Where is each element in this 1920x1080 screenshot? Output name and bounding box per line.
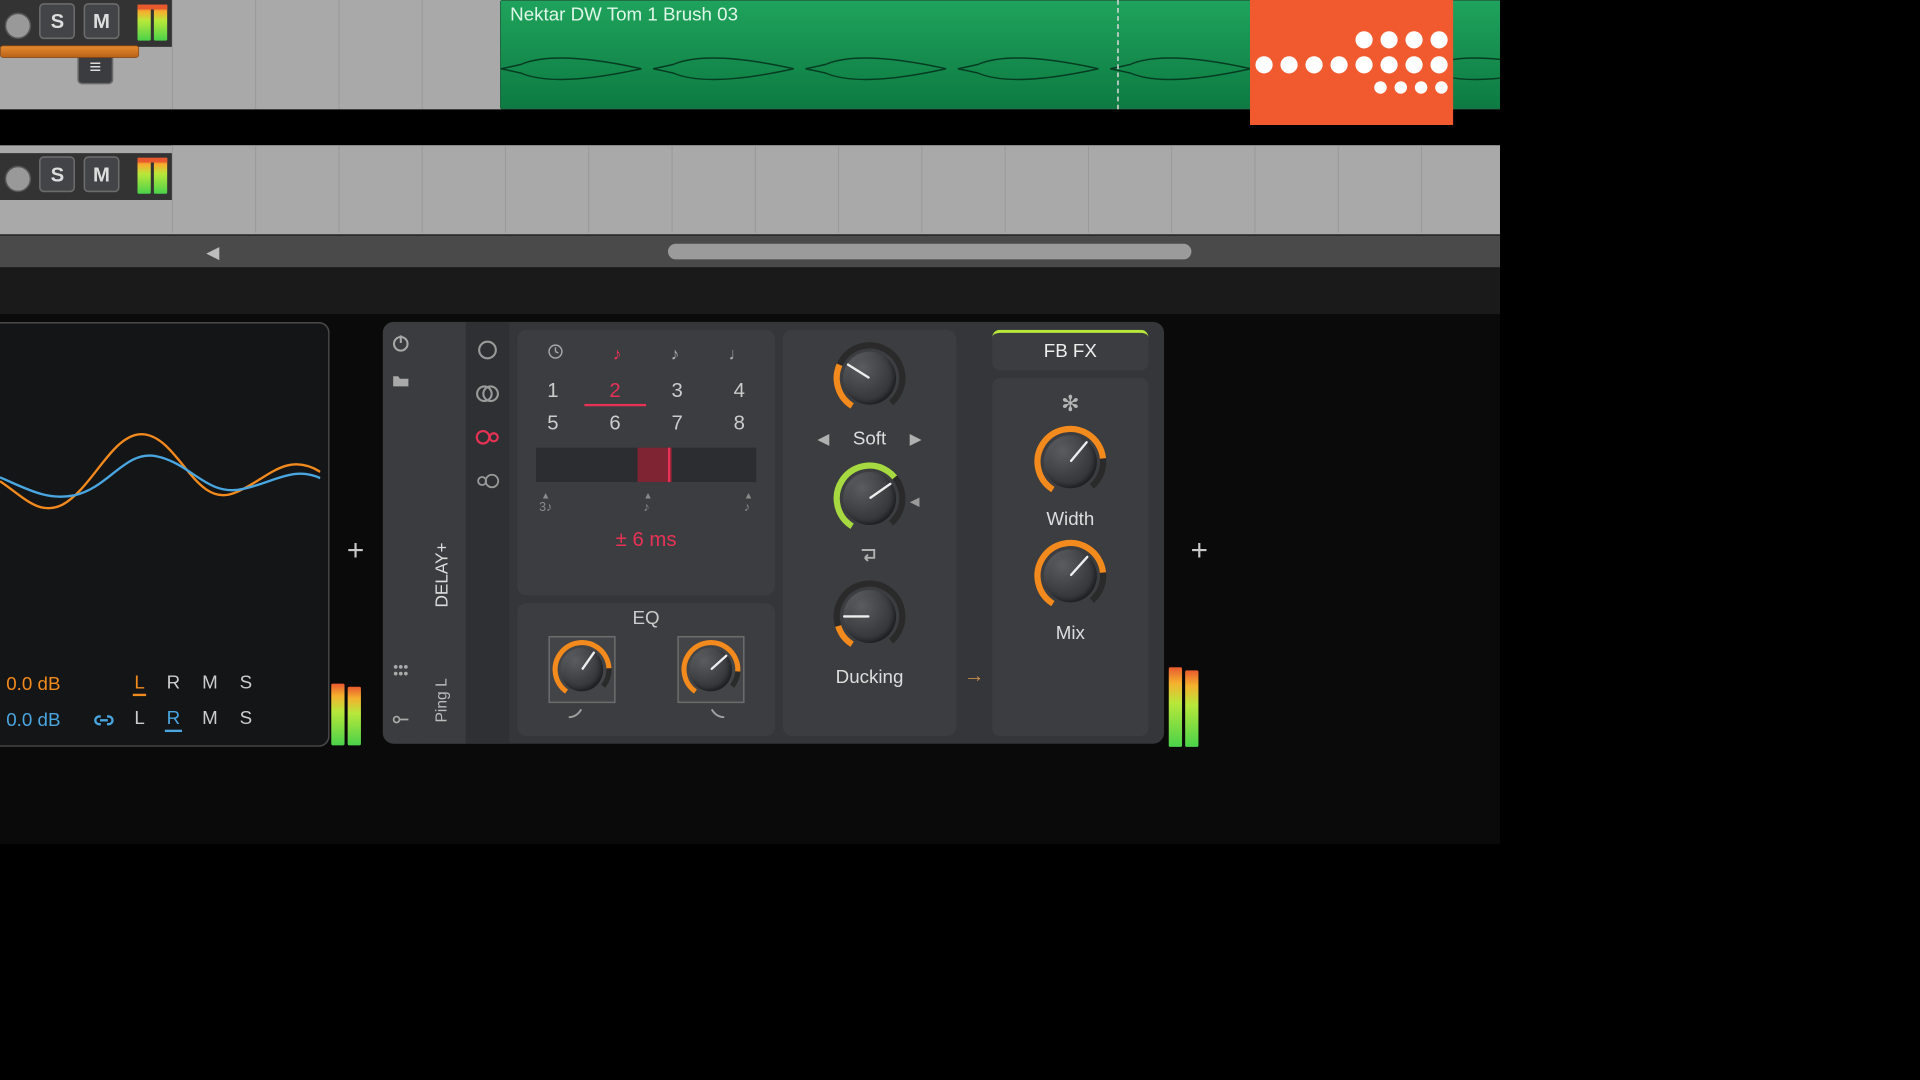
fbfx-header[interactable]: FB FX — [992, 330, 1148, 371]
left-db[interactable]: 0.0 dB — [6, 673, 75, 695]
mute-button[interactable]: M — [84, 3, 120, 39]
width-knob[interactable] — [1031, 423, 1109, 501]
solo-button[interactable]: S — [39, 3, 75, 39]
timeline-scrollbar[interactable]: ◀ — [0, 234, 1500, 270]
add-device-button[interactable]: + — [347, 534, 364, 568]
signal-flow-arrow-icon: → — [964, 663, 984, 687]
track-meter — [138, 158, 168, 194]
character-knob[interactable] — [830, 339, 908, 417]
power-button[interactable] — [391, 333, 411, 353]
track-header-1: S M ≡ — [0, 0, 172, 47]
device-panel: 0.0 dB L R M S 0.0 dB L R M S — [0, 314, 1500, 844]
mix-label: Mix — [1056, 623, 1085, 645]
mute-button[interactable]: M — [84, 156, 120, 192]
chevron-right-icon: ▶ — [910, 429, 922, 449]
right-lrms-selector[interactable]: L R M S — [133, 708, 254, 732]
feedback-loop-icon — [859, 547, 881, 568]
pin-icon[interactable] — [391, 709, 411, 729]
character-label: Soft — [853, 428, 886, 450]
mode-pingpong-lr-icon[interactable] — [475, 425, 500, 450]
note-eighth-icon[interactable]: ♪ — [671, 344, 680, 364]
mix-knob[interactable] — [1031, 537, 1109, 615]
playhead[interactable] — [1117, 0, 1119, 109]
character-stepper[interactable]: ◀ Soft ▶ — [817, 427, 921, 450]
scope-display — [0, 341, 320, 599]
beat-division-grid[interactable]: 12 34 56 78 — [522, 378, 770, 435]
right-db[interactable]: 0.0 dB — [6, 709, 75, 731]
offset-slider[interactable] — [536, 448, 756, 482]
record-arm-button[interactable] — [5, 13, 32, 40]
device-title: DELAY+ — [432, 542, 452, 607]
note-quarter-icon[interactable]: ♩ — [729, 344, 746, 364]
track-lane-2[interactable] — [172, 145, 1500, 233]
chevron-left-icon: ◀ — [817, 429, 829, 449]
clip-name: Nektar DW Tom 1 Brush 03 — [510, 4, 738, 26]
feedback-section: ◀ Soft ▶ ◀ Ducking — [783, 330, 956, 736]
oscilloscope-device: 0.0 dB L R M S 0.0 dB L R M S — [0, 322, 330, 747]
ducking-label: Ducking — [836, 666, 904, 688]
modulator-handle-icon[interactable]: ◀ — [910, 494, 920, 510]
lowcut-icon — [565, 705, 598, 725]
clock-icon[interactable] — [546, 343, 563, 365]
add-device-button[interactable]: + — [1191, 534, 1208, 568]
delay-mode-column — [466, 322, 510, 744]
track-header-2: S M — [0, 153, 172, 200]
eq-high-knob[interactable] — [677, 636, 744, 703]
solo-button[interactable]: S — [39, 156, 75, 192]
scrollbar-thumb[interactable] — [668, 244, 1191, 260]
fbfx-section: FB FX ✻ Width Mix — [992, 330, 1148, 736]
channel-right-row: 0.0 dB L R M S — [6, 708, 253, 732]
mode-pingpong-rl-icon[interactable] — [475, 469, 500, 494]
offset-markers: 3♪♪♪ — [539, 490, 753, 515]
track-meter — [138, 5, 168, 41]
note-dotted-eighth-icon[interactable]: ♪ — [613, 344, 622, 364]
device-preset-name[interactable]: Ping L — [433, 678, 451, 722]
ducking-knob[interactable] — [830, 577, 908, 655]
bitwig-logo — [1250, 0, 1453, 125]
track-color-strip — [0, 45, 139, 58]
folder-icon[interactable] — [391, 370, 411, 390]
left-lrms-selector[interactable]: L R M S — [133, 672, 254, 696]
mode-mono-icon[interactable] — [475, 338, 500, 363]
freeze-icon[interactable]: ✻ — [1061, 391, 1079, 417]
panel-divider — [0, 267, 1500, 314]
width-label: Width — [1046, 509, 1094, 531]
scroll-left-icon[interactable]: ◀ — [206, 242, 219, 262]
link-icon[interactable] — [92, 711, 115, 730]
remote-controls-icon[interactable] — [391, 661, 411, 681]
device-output-meter — [1169, 666, 1199, 747]
eq-section: EQ — [517, 603, 775, 736]
offset-readout[interactable]: ± 6 ms — [522, 527, 770, 551]
highcut-icon — [694, 705, 727, 725]
device-rail — [383, 322, 419, 744]
time-section: ♪ ♪ ♩ 12 34 56 78 3♪♪♪ ± 6 ms — [517, 330, 775, 596]
device-title-column: DELAY+ Ping L — [419, 322, 466, 744]
mode-stereo-icon[interactable] — [475, 381, 500, 406]
feedback-knob[interactable] — [830, 459, 908, 537]
analyser-output-meter — [331, 681, 361, 745]
eq-title: EQ — [517, 608, 775, 630]
sync-mode-row[interactable]: ♪ ♪ ♩ — [522, 338, 770, 371]
delay-plus-device: DELAY+ Ping L ♪ ♪ ♩ 12 — [383, 322, 1164, 744]
channel-left-row: 0.0 dB L R M S — [6, 672, 253, 696]
arranger-timeline: Nektar DW Tom 1 Brush 03 — [0, 0, 1500, 234]
eq-low-knob[interactable] — [548, 636, 615, 703]
record-arm-button[interactable] — [5, 166, 32, 193]
